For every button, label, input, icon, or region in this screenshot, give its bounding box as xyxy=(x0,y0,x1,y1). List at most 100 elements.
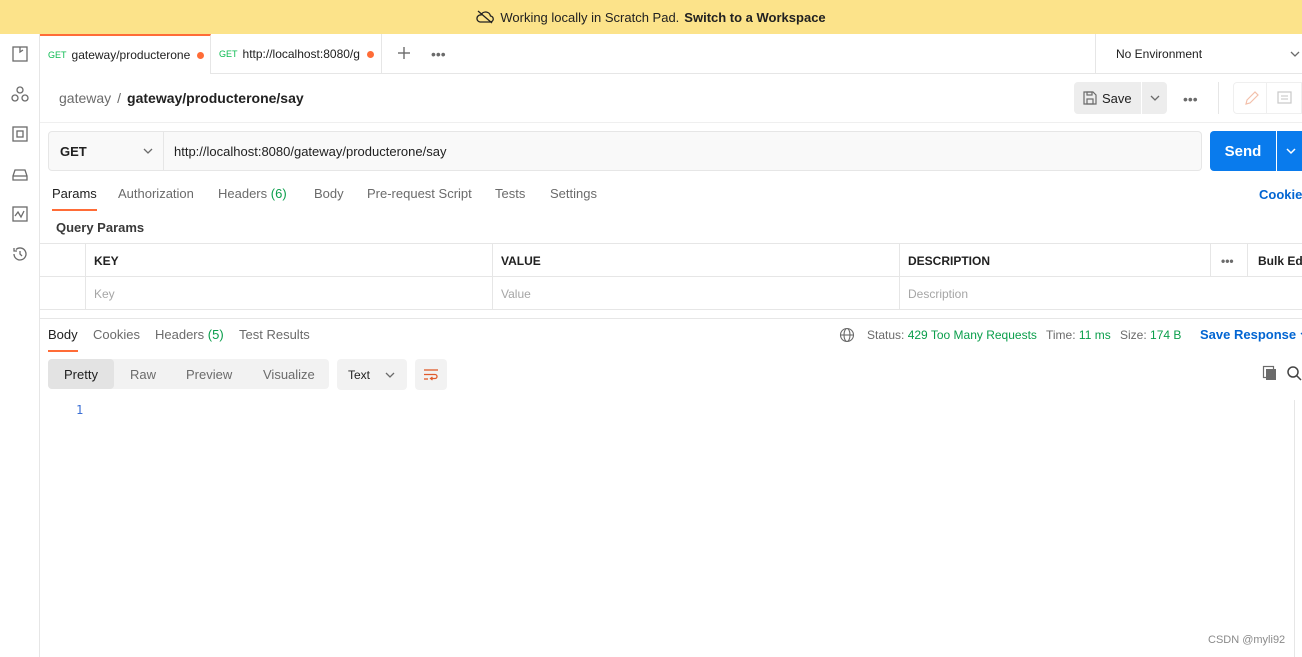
comments-button[interactable] xyxy=(1267,82,1302,114)
query-params-table: KEY VALUE DESCRIPTION ••• Bulk Edi Key V… xyxy=(40,243,1302,310)
chevron-down-icon xyxy=(1286,148,1296,155)
cookies-link[interactable]: Cookies xyxy=(1259,187,1302,202)
watermark: CSDN @myli92 xyxy=(1208,634,1286,646)
method-value: GET xyxy=(60,143,87,159)
unsaved-dot-icon xyxy=(197,51,205,59)
switch-workspace-link[interactable]: Switch to a Workspace xyxy=(684,10,825,25)
tab-response-cookies[interactable]: Cookies xyxy=(93,327,140,350)
left-sidebar xyxy=(0,34,40,657)
table-row: Key Value Description xyxy=(40,277,1302,310)
environment-selector[interactable]: No Environment xyxy=(1095,34,1302,74)
send-button[interactable]: Send xyxy=(1210,131,1276,171)
environments-icon[interactable] xyxy=(11,125,29,143)
time-readout[interactable]: Time: 11 ms xyxy=(1046,328,1111,342)
line-number: 1 xyxy=(76,403,84,417)
method-select[interactable]: GET xyxy=(48,131,164,171)
query-params-title: Query Params xyxy=(56,220,145,235)
new-tab-plus-icon[interactable] xyxy=(395,44,413,62)
breadcrumb: gateway / gateway/producterone/say xyxy=(59,90,304,106)
size-readout[interactable]: Size: 174 B xyxy=(1120,328,1181,342)
tab-title: http://localhost:8080/g xyxy=(242,47,360,61)
column-value: VALUE xyxy=(492,244,899,277)
view-preview[interactable]: Preview xyxy=(186,359,232,389)
status-value: 429 Too Many Requests xyxy=(907,328,1037,342)
view-visualize[interactable]: Visualize xyxy=(263,359,315,389)
tab-headers[interactable]: Headers (6) xyxy=(218,186,287,209)
history-icon[interactable] xyxy=(11,245,29,263)
header-divider xyxy=(1218,82,1219,114)
environment-label: No Environment xyxy=(1116,47,1203,61)
format-select[interactable]: Text xyxy=(337,359,407,390)
tab-response-body[interactable]: Body xyxy=(48,327,78,352)
row-checkbox xyxy=(40,277,85,310)
tab-authorization[interactable]: Authorization xyxy=(118,186,194,209)
key-input[interactable]: Key xyxy=(85,277,492,310)
value-input[interactable]: Value xyxy=(492,277,899,310)
column-description: DESCRIPTION xyxy=(899,244,1210,277)
tab-tests[interactable]: Tests xyxy=(495,186,525,209)
breadcrumb-separator: / xyxy=(117,90,122,106)
wrap-lines-button[interactable] xyxy=(415,359,447,390)
time-value: 11 ms xyxy=(1078,328,1111,342)
unsaved-dot-icon xyxy=(366,50,374,58)
pencil-icon xyxy=(1245,91,1259,105)
banner-text: Working locally in Scratch Pad. xyxy=(500,9,680,25)
status-readout[interactable]: Status: 429 Too Many Requests xyxy=(867,328,1037,342)
save-options-button[interactable] xyxy=(1142,82,1167,114)
request-header: gateway / gateway/producterone/say Save ••… xyxy=(40,74,1302,123)
tab-settings[interactable]: Settings xyxy=(550,186,597,209)
save-label: Save xyxy=(1102,90,1132,106)
description-input[interactable]: Description xyxy=(899,277,1302,310)
search-icon[interactable] xyxy=(1286,365,1302,381)
editor-scrollbar[interactable] xyxy=(1294,400,1302,657)
mock-servers-icon[interactable] xyxy=(11,165,29,183)
checkbox-column xyxy=(40,244,85,277)
response-divider xyxy=(40,318,1302,319)
chevron-down-icon xyxy=(143,148,153,154)
table-header-row: KEY VALUE DESCRIPTION ••• Bulk Edi xyxy=(40,244,1302,277)
tab-test-results[interactable]: Test Results xyxy=(239,327,310,350)
bulk-edit-link[interactable]: Bulk Edi xyxy=(1247,244,1302,277)
tab-title: gateway/producterone xyxy=(71,48,191,62)
tab-body[interactable]: Body xyxy=(314,186,344,209)
apis-icon[interactable] xyxy=(11,85,29,103)
chevron-down-icon xyxy=(1150,95,1160,101)
time-label: Time: xyxy=(1046,328,1076,342)
size-label: Size: xyxy=(1120,328,1147,342)
globe-icon[interactable] xyxy=(839,327,855,343)
size-value: 174 B xyxy=(1150,328,1182,342)
view-mode-control: Pretty Raw Preview Visualize xyxy=(48,359,329,389)
status-label: Status: xyxy=(867,328,905,342)
breadcrumb-parent[interactable]: gateway xyxy=(59,90,111,106)
tab-options-more-icon[interactable]: ••• xyxy=(431,46,446,62)
column-options-more-icon[interactable]: ••• xyxy=(1210,244,1247,277)
tab-params[interactable]: Params xyxy=(52,186,97,211)
save-response-label: Save Response xyxy=(1200,327,1297,342)
cloud-off-icon xyxy=(476,10,495,24)
format-value: Text xyxy=(348,367,371,382)
save-response-button[interactable]: Save Response xyxy=(1200,327,1302,342)
view-raw[interactable]: Raw xyxy=(130,359,156,389)
wrap-lines-icon xyxy=(424,369,438,381)
view-pretty[interactable]: Pretty xyxy=(48,359,114,389)
tab-method: GET xyxy=(48,50,67,60)
tab-gateway-producterone[interactable]: GET gateway/producterone xyxy=(40,34,211,74)
tab-prerequest-script[interactable]: Pre-request Script xyxy=(367,186,472,209)
request-more-icon[interactable]: ••• xyxy=(1183,91,1198,107)
request-tab-bar: GET gateway/producterone GET http://loca… xyxy=(40,34,1302,74)
scratch-pad-banner: Working locally in Scratch Pad. Switch t… xyxy=(0,0,1302,34)
breadcrumb-current[interactable]: gateway/producterone/say xyxy=(127,90,304,106)
tab-localhost[interactable]: GET http://localhost:8080/g xyxy=(211,34,382,74)
url-input[interactable]: http://localhost:8080/gateway/productero… xyxy=(164,131,1202,171)
copy-icon[interactable] xyxy=(1262,365,1278,381)
send-options-button[interactable] xyxy=(1277,131,1302,171)
tab-response-headers[interactable]: Headers (5) xyxy=(155,327,224,350)
tab-response-headers-label: Headers xyxy=(155,327,205,342)
tab-method: GET xyxy=(219,49,238,59)
save-icon xyxy=(1083,91,1097,105)
monitors-icon[interactable] xyxy=(11,205,29,223)
collections-icon[interactable] xyxy=(11,45,29,63)
edit-pencil-button[interactable] xyxy=(1233,82,1267,114)
save-button[interactable]: Save xyxy=(1074,82,1141,114)
response-body-editor[interactable]: 1 xyxy=(48,400,1296,657)
